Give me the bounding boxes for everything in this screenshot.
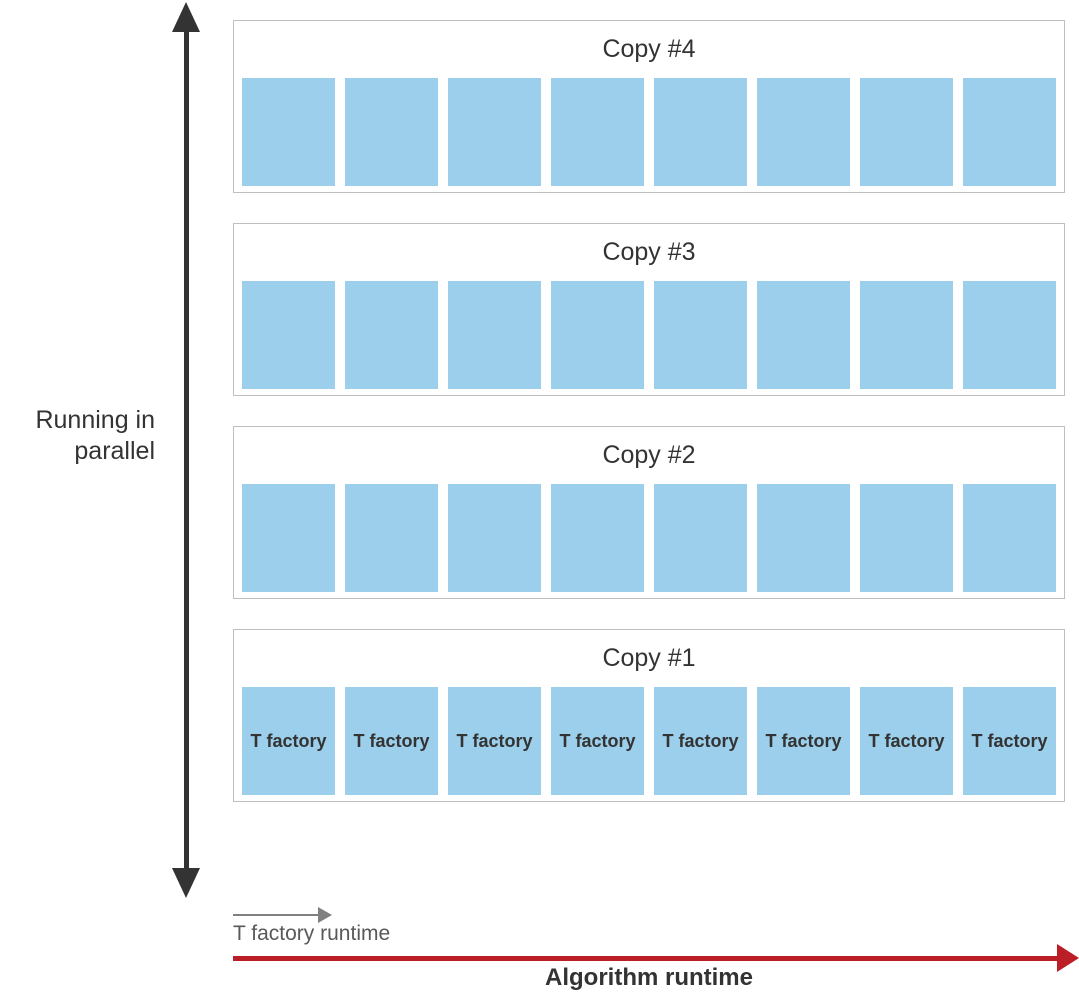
t-factory-block — [551, 78, 644, 186]
blocks-strip — [234, 281, 1064, 389]
t-factory-block — [551, 281, 644, 389]
vertical-axis-line — [184, 20, 189, 880]
blocks-strip — [234, 484, 1064, 592]
t-factory-block — [963, 78, 1056, 186]
t-factory-runtime-label: T factory runtime — [233, 922, 390, 946]
t-factory-block — [860, 78, 953, 186]
horizontal-axis-line — [233, 956, 1065, 961]
t-factory-block — [242, 281, 335, 389]
t-factory-block: T factory — [345, 687, 438, 795]
t-factory-block — [448, 484, 541, 592]
copy-row: Copy #2 — [233, 426, 1065, 599]
t-factory-block — [551, 484, 644, 592]
t-factory-block — [448, 78, 541, 186]
t-factory-block — [345, 484, 438, 592]
horizontal-axis-label: Algorithm runtime — [233, 964, 1065, 992]
copy-row: Copy #4 — [233, 20, 1065, 193]
t-factory-block — [345, 78, 438, 186]
t-factory-block — [860, 484, 953, 592]
copies-container: Copy #4 Copy #3 Copy #2 — [233, 20, 1065, 802]
t-factory-block — [757, 484, 850, 592]
copy-row: Copy #3 — [233, 223, 1065, 396]
t-factory-block — [654, 281, 747, 389]
t-factory-block — [757, 281, 850, 389]
t-factory-block — [654, 78, 747, 186]
blocks-strip: T factory T factory T factory T factory … — [234, 687, 1064, 795]
t-factory-block — [963, 484, 1056, 592]
vertical-axis-label: Running in parallel — [0, 405, 155, 468]
t-factory-block: T factory — [551, 687, 644, 795]
t-factory-block — [242, 78, 335, 186]
t-factory-block — [242, 484, 335, 592]
t-factory-block — [757, 78, 850, 186]
t-factory-block — [654, 484, 747, 592]
t-factory-block: T factory — [963, 687, 1056, 795]
t-factory-block — [860, 281, 953, 389]
copy-title: Copy #2 — [234, 427, 1064, 484]
blocks-strip — [234, 78, 1064, 186]
t-factory-block — [963, 281, 1056, 389]
t-factory-block: T factory — [654, 687, 747, 795]
t-factory-runtime-arrow-line — [233, 914, 319, 916]
copy-title: Copy #1 — [234, 630, 1064, 687]
copy-row: Copy #1 T factory T factory T factory T … — [233, 629, 1065, 802]
copy-title: Copy #3 — [234, 224, 1064, 281]
t-factory-block — [345, 281, 438, 389]
t-factory-block — [448, 281, 541, 389]
t-factory-block: T factory — [757, 687, 850, 795]
t-factory-block: T factory — [860, 687, 953, 795]
t-factory-runtime-arrow-right-icon — [318, 907, 332, 923]
copy-title: Copy #4 — [234, 21, 1064, 78]
t-factory-block: T factory — [242, 687, 335, 795]
vertical-arrow-down-icon — [172, 868, 200, 898]
t-factory-block: T factory — [448, 687, 541, 795]
